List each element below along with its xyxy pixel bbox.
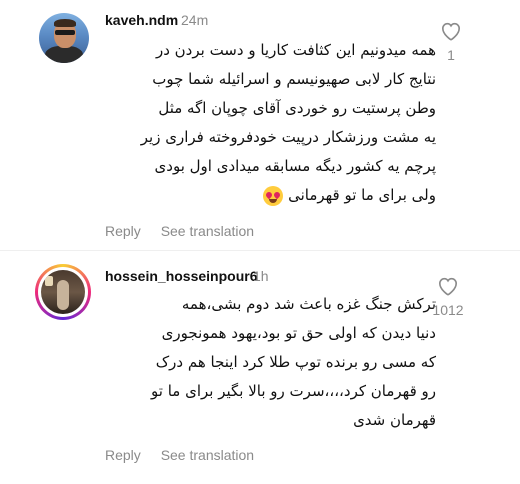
comment-text-line: وطن پرستیت رو خوردی آقای چوپان اگه مثل (158, 99, 436, 117)
comment-timestamp: 1h (253, 268, 269, 284)
heart-outline-icon[interactable] (437, 276, 459, 296)
reply-button[interactable]: Reply (105, 223, 141, 239)
comment-username[interactable]: hossein_hosseinpour6 (105, 268, 257, 284)
divider (0, 250, 520, 251)
comment-text: ترکش جنگ غزه باعث شد دوم بشی،همه دنیا دی… (96, 290, 436, 435)
comment-text-line: همه میدونیم این کثافت کاریا و دست بردن د… (155, 41, 436, 59)
comment-text-line: که مسی رو برنده توپ طلا کرد اینجا هم درک (155, 353, 436, 371)
comment-text-line: نتایج کار لابی صهیونیسم و اسرائیله شما چ… (152, 70, 436, 88)
like-count: 1 (447, 47, 455, 63)
heart-eyes-emoji (263, 185, 284, 206)
comment-text-line: پرچم یه کشور دیگه مسابقه میدادی اول بودی (154, 157, 436, 175)
comment-text-line-with-emoji: ولی برای ما تو قهرمانی (96, 181, 436, 210)
comment-text-line: قهرمان شدی (353, 411, 436, 429)
see-translation-button[interactable]: See translation (161, 447, 254, 463)
reply-button[interactable]: Reply (105, 447, 141, 463)
comment-text: همه میدونیم این کثافت کاریا و دست بردن د… (96, 36, 436, 210)
comment-item: kaveh.ndm 24m همه میدونیم این کثافت کاری… (0, 0, 520, 245)
comment-text-line: یه مشت ورزشکار درپیت خودفروخته فراری زیر (140, 128, 436, 146)
comment-timestamp: 24m (181, 12, 209, 28)
avatar[interactable] (39, 13, 89, 63)
heart-outline-icon[interactable] (440, 21, 462, 41)
comment-actions: Reply See translation (105, 447, 270, 463)
comment-text-line: دنیا دیدن که اولی حق تو بود،یهود همونجور… (161, 324, 436, 342)
comment-actions: Reply See translation (105, 223, 270, 239)
story-ring[interactable] (35, 264, 91, 320)
comment-text-line: ولی برای ما تو قهرمانی (288, 186, 436, 204)
comment-username[interactable]: kaveh.ndm (105, 12, 178, 28)
comment-text-line: رو قهرمان کرد،،،،سرت رو بالا بگیر برای م… (151, 382, 436, 400)
avatar[interactable] (41, 270, 85, 314)
like-count: 1012 (432, 302, 464, 318)
see-translation-button[interactable]: See translation (161, 223, 254, 239)
comment-text-line: ترکش جنگ غزه باعث شد دوم بشی،همه (181, 295, 436, 313)
